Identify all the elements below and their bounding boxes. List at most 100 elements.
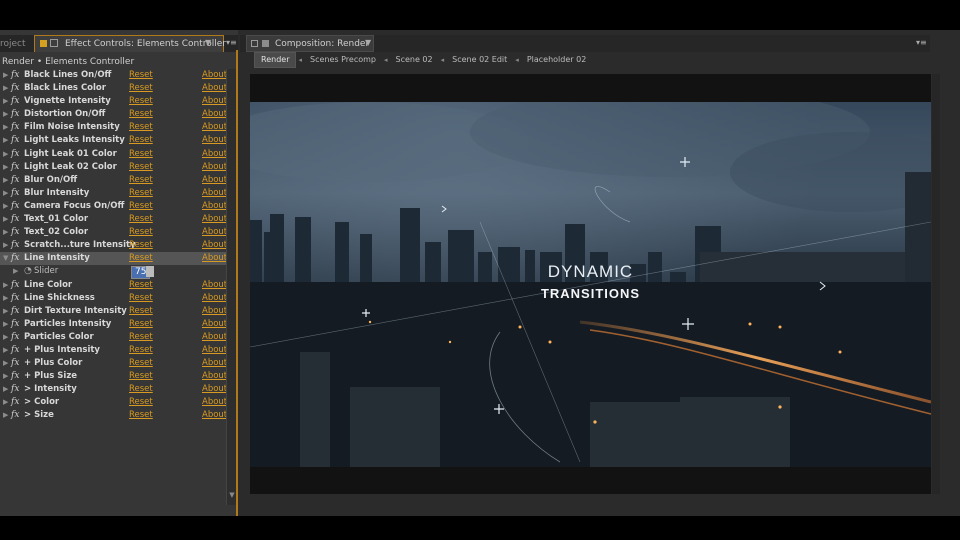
- effect-row[interactable]: ▶ fx Line Color Reset About: [0, 279, 227, 292]
- reset-link[interactable]: Reset: [129, 252, 153, 265]
- effect-row[interactable]: ▶ fx > Color Reset About: [0, 396, 227, 409]
- effect-row[interactable]: ▶ fx Light Leaks Intensity Reset About: [0, 134, 227, 147]
- about-link[interactable]: About: [202, 318, 227, 331]
- reset-link[interactable]: Reset: [129, 305, 153, 318]
- panel-menu-icon[interactable]: ▾≡: [916, 38, 927, 47]
- fx-icon[interactable]: fx: [11, 396, 19, 409]
- expand-triangle-right-icon[interactable]: ▶: [3, 108, 8, 121]
- reset-link[interactable]: Reset: [129, 383, 153, 396]
- effect-row[interactable]: ▶ fx + Plus Size Reset About: [0, 370, 227, 383]
- reset-link[interactable]: Reset: [129, 213, 153, 226]
- reset-link[interactable]: Reset: [129, 370, 153, 383]
- reset-link[interactable]: Reset: [129, 161, 153, 174]
- about-link[interactable]: About: [202, 69, 227, 82]
- expand-triangle-right-icon[interactable]: ▶: [3, 200, 8, 213]
- about-link[interactable]: About: [202, 344, 227, 357]
- fx-icon[interactable]: fx: [11, 69, 19, 82]
- composition-viewer[interactable]: DYNAMIC TRANSITIONS: [250, 74, 931, 494]
- effect-row[interactable]: ▶ fx Camera Focus On/Off Reset About: [0, 200, 227, 213]
- fx-icon[interactable]: fx: [11, 344, 19, 357]
- effect-row[interactable]: ▶ fx Particles Color Reset About: [0, 331, 227, 344]
- reset-link[interactable]: Reset: [129, 95, 153, 108]
- reset-link[interactable]: Reset: [129, 344, 153, 357]
- effect-row[interactable]: ▶ fx Text_02 Color Reset About: [0, 226, 227, 239]
- expand-triangle-right-icon[interactable]: ▶: [3, 161, 8, 174]
- tab-effect-controls[interactable]: Effect Controls: Elements Controller ▼: [34, 35, 226, 52]
- expand-triangle-right-icon[interactable]: ▶: [3, 318, 8, 331]
- about-link[interactable]: About: [202, 108, 227, 121]
- fx-icon[interactable]: fx: [11, 121, 19, 134]
- about-link[interactable]: About: [202, 187, 227, 200]
- tab-composition[interactable]: Composition: Render ▼: [246, 35, 374, 52]
- about-link[interactable]: About: [202, 279, 227, 292]
- fx-icon[interactable]: fx: [11, 318, 19, 331]
- fx-icon[interactable]: fx: [11, 383, 19, 396]
- reset-link[interactable]: Reset: [129, 200, 153, 213]
- about-link[interactable]: About: [202, 174, 227, 187]
- expand-triangle-right-icon[interactable]: ▶: [3, 148, 8, 161]
- reset-link[interactable]: Reset: [129, 108, 153, 121]
- expand-triangle-right-icon[interactable]: ▶: [13, 265, 18, 278]
- about-link[interactable]: About: [202, 239, 227, 252]
- reset-link[interactable]: Reset: [129, 226, 153, 239]
- effect-row[interactable]: ▶ fx + Plus Intensity Reset About: [0, 344, 227, 357]
- reset-link[interactable]: Reset: [129, 318, 153, 331]
- reset-link[interactable]: Reset: [129, 148, 153, 161]
- expand-triangle-right-icon[interactable]: ▶: [3, 187, 8, 200]
- fx-icon[interactable]: fx: [11, 95, 19, 108]
- expand-triangle-right-icon[interactable]: ▶: [3, 344, 8, 357]
- expand-triangle-right-icon[interactable]: ▶: [3, 134, 8, 147]
- fx-icon[interactable]: fx: [11, 226, 19, 239]
- expand-triangle-right-icon[interactable]: ▶: [3, 239, 8, 252]
- effect-row[interactable]: ▶ fx Black Lines Color Reset About: [0, 82, 227, 95]
- reset-link[interactable]: Reset: [129, 69, 153, 82]
- expand-triangle-right-icon[interactable]: ▶: [3, 409, 8, 422]
- about-link[interactable]: About: [202, 161, 227, 174]
- reset-link[interactable]: Reset: [129, 239, 153, 252]
- about-link[interactable]: About: [202, 148, 227, 161]
- reset-link[interactable]: Reset: [129, 357, 153, 370]
- expand-triangle-right-icon[interactable]: ▶: [3, 69, 8, 82]
- chevron-down-icon[interactable]: ▼: [365, 38, 371, 47]
- expand-triangle-right-icon[interactable]: ▶: [3, 121, 8, 134]
- tab-project[interactable]: roject: [0, 37, 26, 51]
- fx-icon[interactable]: fx: [11, 292, 19, 305]
- expand-triangle-right-icon[interactable]: ▶: [3, 82, 8, 95]
- crumb-scenes-precomp[interactable]: Scenes Precomp: [304, 53, 382, 67]
- effect-row[interactable]: ▶ fx Dirt Texture Intensity Reset About: [0, 305, 227, 318]
- reset-link[interactable]: Reset: [129, 409, 153, 422]
- fx-icon[interactable]: fx: [11, 187, 19, 200]
- effect-row[interactable]: ▶ fx Vignette Intensity Reset About: [0, 95, 227, 108]
- expand-triangle-right-icon[interactable]: ▶: [3, 305, 8, 318]
- crumb-render[interactable]: Render: [254, 52, 297, 68]
- fx-icon[interactable]: fx: [11, 213, 19, 226]
- expand-triangle-right-icon[interactable]: ▶: [3, 331, 8, 344]
- fx-icon[interactable]: fx: [11, 108, 19, 121]
- about-link[interactable]: About: [202, 357, 227, 370]
- fx-icon[interactable]: fx: [11, 305, 19, 318]
- fx-icon[interactable]: fx: [11, 409, 19, 422]
- expand-triangle-right-icon[interactable]: ▶: [3, 213, 8, 226]
- about-link[interactable]: About: [202, 383, 227, 396]
- fx-icon[interactable]: fx: [11, 279, 19, 292]
- effect-row[interactable]: ▶ fx Blur On/Off Reset About: [0, 174, 227, 187]
- reset-link[interactable]: Reset: [129, 134, 153, 147]
- expand-triangle-right-icon[interactable]: ▶: [3, 226, 8, 239]
- about-link[interactable]: About: [202, 331, 227, 344]
- about-link[interactable]: About: [202, 252, 227, 265]
- panel-menu-icon[interactable]: ▾≡: [226, 38, 237, 47]
- effect-row[interactable]: ▶ fx > Size Reset About: [0, 409, 227, 422]
- fx-icon[interactable]: fx: [11, 82, 19, 95]
- effect-row[interactable]: ▼ fx Line Intensity Reset About: [0, 252, 227, 266]
- fx-icon[interactable]: fx: [11, 370, 19, 383]
- about-link[interactable]: About: [202, 134, 227, 147]
- effect-row[interactable]: ▶ fx Scratch...ture Intensity Reset About: [0, 239, 227, 252]
- expand-triangle-right-icon[interactable]: ▶: [3, 292, 8, 305]
- reset-link[interactable]: Reset: [129, 174, 153, 187]
- chevron-down-icon[interactable]: ▼: [205, 38, 211, 47]
- fx-icon[interactable]: fx: [11, 174, 19, 187]
- fx-icon[interactable]: fx: [11, 331, 19, 344]
- effect-row[interactable]: ▶ fx Light Leak 02 Color Reset About: [0, 161, 227, 174]
- expand-triangle-right-icon[interactable]: ▶: [3, 95, 8, 108]
- crumb-scene-02-edit[interactable]: Scene 02 Edit: [446, 53, 513, 67]
